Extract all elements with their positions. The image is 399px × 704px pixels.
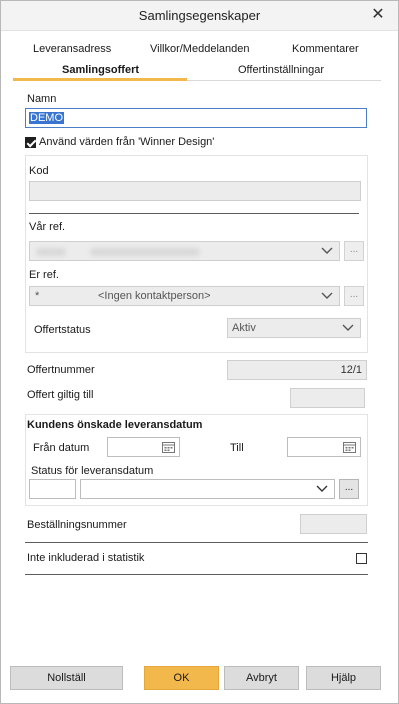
er-ref-value: <Ingen kontaktperson>: [98, 290, 211, 302]
er-ref-more-button[interactable]: ...: [344, 286, 364, 306]
till-label: Till: [230, 442, 244, 454]
status-leverans-label: Status för leveransdatum: [31, 465, 154, 477]
tab-samlingsoffert[interactable]: Samlingsoffert: [62, 64, 139, 76]
offertstatus-select[interactable]: Aktiv: [227, 318, 361, 338]
till-datum-input[interactable]: [287, 437, 361, 457]
var-ref-select[interactable]: [29, 241, 340, 261]
title-bar: Samlingsegenskaper ✕: [1, 1, 398, 31]
tab-kommentarer[interactable]: Kommentarer: [292, 43, 359, 55]
namn-input[interactable]: DEMO: [25, 108, 367, 128]
use-winner-checkbox[interactable]: [25, 137, 36, 148]
tab-leveransadress[interactable]: Leveransadress: [33, 43, 111, 55]
kod-label: Kod: [29, 165, 49, 177]
offertnummer-input[interactable]: 12/1: [227, 360, 367, 380]
offert-giltig-input[interactable]: [290, 388, 365, 408]
dialog-window: Samlingsegenskaper ✕ Leveransadress Vill…: [0, 0, 399, 704]
redacted-text: [90, 248, 200, 256]
tab-villkor-meddelanden[interactable]: Villkor/Meddelanden: [150, 43, 249, 55]
offertnummer-value: 12/1: [340, 364, 362, 376]
separator: [25, 542, 368, 543]
group-separator: [29, 213, 359, 214]
chevron-down-icon: [342, 324, 354, 331]
offertstatus-value: Aktiv: [232, 322, 256, 334]
chevron-down-icon: [321, 247, 333, 254]
use-winner-label: Använd värden från 'Winner Design': [39, 136, 215, 148]
er-ref-prefix: *: [35, 290, 40, 302]
separator: [25, 574, 368, 575]
offertstatus-label: Offertstatus: [34, 324, 91, 336]
var-ref-more-button[interactable]: ...: [344, 241, 364, 261]
redacted-text: [36, 248, 66, 256]
fran-datum-label: Från datum: [33, 442, 90, 454]
window-title: Samlingsegenskaper: [138, 8, 261, 23]
namn-value: DEMO: [29, 112, 64, 124]
namn-label: Namn: [27, 93, 57, 105]
offert-giltig-label: Offert giltig till: [27, 389, 94, 401]
active-tab-indicator: [13, 78, 187, 81]
ok-button[interactable]: OK: [144, 666, 219, 690]
var-ref-label: Vår ref.: [29, 221, 66, 233]
chevron-down-icon: [321, 292, 333, 299]
delivery-heading: Kundens önskade leveransdatum: [27, 419, 203, 431]
kod-input[interactable]: [29, 181, 361, 201]
statistik-label: Inte inkluderad i statistik: [27, 552, 145, 564]
calendar-icon[interactable]: [343, 441, 356, 453]
status-leverans-select[interactable]: [80, 479, 335, 499]
er-ref-label: Er ref.: [29, 269, 59, 281]
calendar-icon[interactable]: [162, 441, 175, 453]
fran-datum-input[interactable]: [107, 437, 180, 457]
offertnummer-label: Offertnummer: [27, 364, 95, 376]
chevron-down-icon: [316, 485, 328, 492]
reset-button[interactable]: Nollställ: [10, 666, 123, 690]
statistik-checkbox[interactable]: [356, 553, 367, 564]
status-code-input[interactable]: [29, 479, 76, 499]
bestallningsnummer-label: Beställningsnummer: [27, 519, 127, 531]
er-ref-select[interactable]: * <Ingen kontaktperson>: [29, 286, 340, 306]
tab-offertinstallningar[interactable]: Offertinställningar: [238, 64, 324, 76]
help-button[interactable]: Hjälp: [306, 666, 381, 690]
status-leverans-more-button[interactable]: ...: [339, 479, 359, 499]
bestallningsnummer-input[interactable]: [300, 514, 367, 534]
close-icon[interactable]: ✕: [370, 6, 386, 24]
cancel-button[interactable]: Avbryt: [224, 666, 299, 690]
